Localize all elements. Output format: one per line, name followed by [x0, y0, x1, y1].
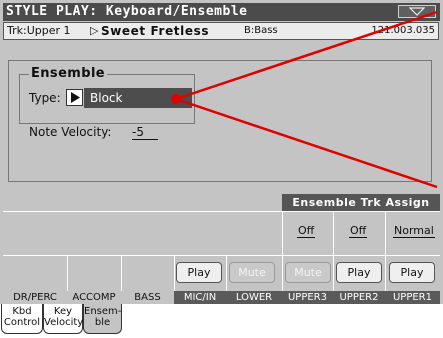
style-play-screen: STYLE PLAY: Keyboard/Ensemble Trk:Upper …: [0, 0, 443, 338]
red-pointer-annotation: [171, 10, 438, 189]
